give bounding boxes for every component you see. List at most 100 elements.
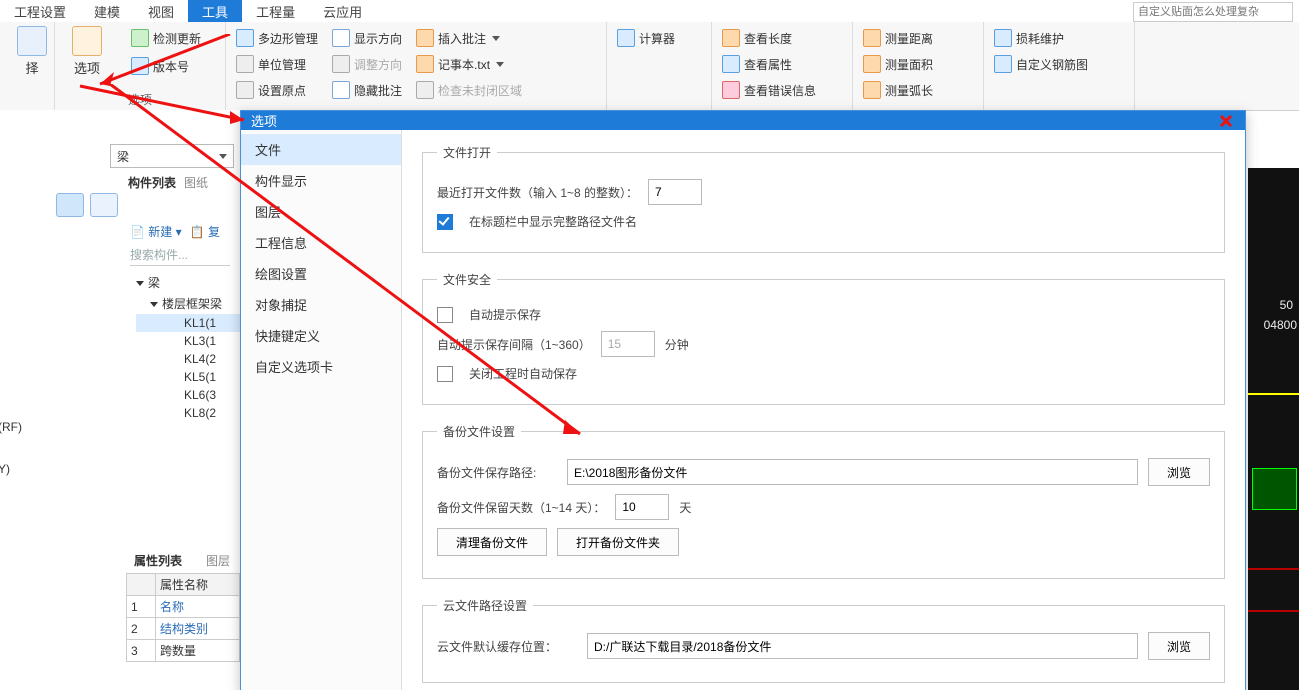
measure-arc-button[interactable]: 测量弧长 [863,78,973,102]
tree-root[interactable]: 梁 [136,272,240,293]
close-button[interactable] [1217,112,1235,130]
adjust-direction-button: 调整方向 [332,52,402,76]
sidebar-item-project-info[interactable]: 工程信息 [241,227,401,258]
calculator-button[interactable]: 计算器 [617,26,701,50]
measure-distance-button[interactable]: 测量距离 [863,26,973,50]
auto-save-interval-input [601,331,655,357]
square2-icon [332,81,350,99]
legend-backup: 备份文件设置 [437,423,521,440]
view-mode-list-icon[interactable] [56,193,84,217]
loss-maintain-button[interactable]: 损耗维护 [994,26,1124,50]
check-unclosed-label: 检查未封闭区域 [438,82,522,99]
arc-icon [863,81,881,99]
component-tree: 梁 楼层框架梁 KL1(1 KL3(1 KL4(2 KL5(1 KL6(3 KL… [136,272,240,422]
fieldset-file-safety: 文件安全 自动提示保存 自动提示保存间隔（1~360） 分钟 关闭工程时自动保存 [422,271,1225,405]
sidebar-item-draw-settings[interactable]: 绘图设置 [241,258,401,289]
tab-component-list[interactable]: 构件列表 [128,174,176,191]
backup-days-input[interactable] [615,494,669,520]
custom-rebar-label: 自定义钢筋图 [1016,56,1088,73]
insert-annotation-button[interactable]: 插入批注 [416,26,522,50]
calculator-icon [617,29,635,47]
view-property-label: 查看属性 [744,56,792,73]
polygon-manage-label: 多边形管理 [258,30,318,47]
tab-drawings[interactable]: 图纸 [184,174,208,191]
check-update-button[interactable]: 检测更新 [131,26,201,50]
set-origin-button[interactable]: 设置原点 [236,78,318,102]
prop-row-struct[interactable]: 结构类别 [156,618,240,640]
notepad-button[interactable]: 记事本.txt [416,52,522,76]
tab-tools[interactable]: 工具 [188,0,242,23]
view-length-button[interactable]: 查看长度 [722,26,842,50]
prop-row-name[interactable]: 名称 [156,596,240,618]
measure-area-button[interactable]: 测量面积 [863,52,973,76]
polygon-manage-button[interactable]: 多边形管理 [236,26,318,50]
sidebar-item-custom-tab[interactable]: 自定义选项卡 [241,351,401,382]
property-icon [722,55,740,73]
tab-project-settings[interactable]: 工程设置 [0,0,80,23]
tab-cloud[interactable]: 云应用 [309,0,376,23]
backup-path-input[interactable] [567,459,1138,485]
sidebar-item-component-display[interactable]: 构件显示 [241,165,401,196]
backup-days-label: 备份文件保留天数（1~14 天）： [437,499,605,516]
sidebar-item-object-snap[interactable]: 对象捕捉 [241,289,401,320]
category-combo[interactable]: 梁 [110,144,234,168]
rebar-icon [994,55,1012,73]
property-header: 属性名称 [156,574,240,596]
dialog-title: 选项 [251,111,277,130]
tab-modeling[interactable]: 建模 [80,0,134,23]
auto-save-on-close-checkbox[interactable] [437,366,453,382]
copy-button[interactable]: 📋 复 [190,223,220,240]
backup-browse-button[interactable]: 浏览 [1148,458,1210,486]
open-backup-folder-button[interactable]: 打开备份文件夹 [557,528,679,556]
custom-rebar-button[interactable]: 自定义钢筋图 [994,52,1124,76]
tree-item-kl5[interactable]: KL5(1 [136,368,240,386]
insert-annotation-label: 插入批注 [438,30,486,47]
recent-files-input[interactable] [648,179,702,205]
sidebar-item-file[interactable]: 文件 [241,134,401,165]
tab-property-list[interactable]: 属性列表 [126,550,190,571]
show-direction-button[interactable]: 显示方向 [332,26,402,50]
calculator-label: 计算器 [639,30,675,47]
version-button[interactable]: 版本号 [131,54,201,78]
measure-area-label: 测量面积 [885,56,933,73]
legend-file-safety: 文件安全 [437,271,497,288]
tab-quantity[interactable]: 工程量 [242,0,309,23]
clear-backup-button[interactable]: 清理备份文件 [437,528,547,556]
sidebar-item-layer[interactable]: 图层 [241,196,401,227]
tree-item-kl1[interactable]: KL1(1 [136,314,240,332]
view-mode-grid-icon[interactable] [90,193,118,217]
maintain-icon [994,29,1012,47]
tree-item-kl4[interactable]: KL4(2 [136,350,240,368]
origin-icon [236,81,254,99]
hide-annotation-button[interactable]: 隐藏批注 [332,78,402,102]
view-error-button[interactable]: 查看错误信息 [722,78,842,102]
options-big-button[interactable]: 选项 [65,26,109,77]
sidebar-item-shortcut[interactable]: 快捷键定义 [241,320,401,351]
component-search-input[interactable]: 搜索构件... [130,244,230,266]
new-button[interactable]: 📄 新建 ▾ [130,223,182,240]
prop-row-span[interactable]: 跨数量 [156,640,240,662]
top-search-input[interactable] [1133,2,1293,22]
cloud-path-label: 云文件默认缓存位置： [437,638,577,655]
show-full-path-checkbox[interactable] [437,214,453,230]
tab-view[interactable]: 视图 [134,0,188,23]
tree-item-kl6[interactable]: KL6(3 [136,386,240,404]
main-tabs: 工程设置 建模 视图 工具 工程量 云应用 [0,0,1299,23]
options-label: 选项 [74,58,100,77]
cloud-browse-button[interactable]: 浏览 [1148,632,1210,660]
select-big-button[interactable]: 择 [10,26,54,77]
view-property-button[interactable]: 查看属性 [722,52,842,76]
tree-item-kl8[interactable]: KL8(2 [136,404,240,422]
tree-item-kl3[interactable]: KL3(1 [136,332,240,350]
check-unclosed-button: 检查未封闭区域 [416,78,522,102]
unit-manage-button[interactable]: 单位管理 [236,52,318,76]
backup-days-unit: 天 [679,499,691,516]
backup-path-label: 备份文件保存路径: [437,464,557,481]
auto-save-prompt-checkbox[interactable] [437,307,453,323]
tab-layer[interactable]: 图层 [198,550,238,571]
cloud-path-input[interactable] [587,633,1138,659]
check-icon [416,81,434,99]
property-panel: 属性列表 图层 属性名称 1名称 2结构类别 3跨数量 [126,548,240,662]
chevron-down-icon [492,36,500,41]
tree-sub[interactable]: 楼层框架梁 [136,293,240,314]
